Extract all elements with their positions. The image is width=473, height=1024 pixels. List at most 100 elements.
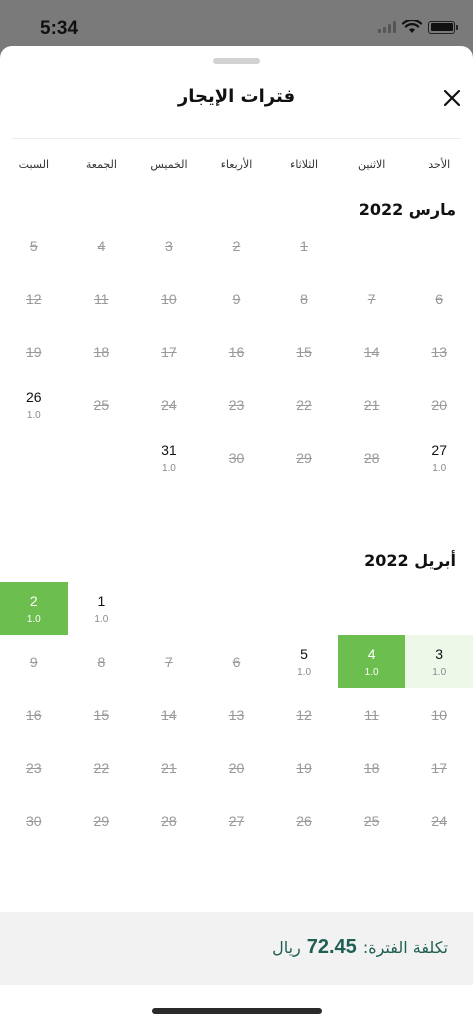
calendar-day: 7 [135,635,203,688]
day-number: 27 [228,812,245,829]
day-number: 12 [296,706,312,723]
day-number: 24 [161,396,177,413]
calendar-day: 28 [338,431,406,484]
calendar-day[interactable]: 2 1.0 [0,582,68,635]
day-price: 1.0 [432,666,447,678]
weekday-label: الجمعة [85,158,117,171]
calendar-day: 1 [270,219,338,272]
calendar-day: 9 [203,272,271,325]
calendar-day: 25 [68,378,136,431]
calendar-day: 22 [270,378,338,431]
close-icon[interactable] [440,86,464,110]
day-number: 13 [431,343,447,360]
day-number: 9 [232,290,241,307]
day-number: 3 [435,645,444,662]
calendar-day: 27 [203,794,271,847]
day-price: 1.0 [297,666,312,678]
day-number: 23 [228,396,245,413]
day-number: 19 [296,759,312,776]
calendar-day: 8 [270,272,338,325]
calendar-day: 19 [0,325,68,378]
day-number: 13 [228,706,245,723]
day-number: 14 [161,706,177,723]
day-number: 18 [93,343,110,360]
footer-cost-bar: تكلفة الفترة: 72.45 ريال [0,912,473,985]
day-number: 28 [363,449,380,466]
calendar-day: 14 [135,688,203,741]
day-number: 29 [296,449,312,466]
status-icons [378,20,458,34]
calendar-day[interactable]: 27 1.0 [405,431,473,484]
day-price: 1.0 [26,613,41,625]
day-number: 20 [431,396,447,413]
status-time: 5:34 [40,18,79,39]
calendar-day: 20 [405,378,473,431]
rental-periods-sheet: فترات الإيجار الأحد الاثنين الثلاثاء الأربع… [0,46,473,1024]
weekday-label: الخميس [150,158,188,171]
calendar-day: 18 [68,325,136,378]
day-number: 19 [25,343,42,360]
calendar-day: 19 [270,741,338,794]
calendar-day: 18 [338,741,406,794]
calendar-day: 13 [203,688,271,741]
day-number: 22 [93,759,110,776]
calendar-day[interactable]: 4 1.0 [337,635,406,688]
day-number: 15 [296,343,312,360]
calendar-day: 6 [405,272,473,325]
day-number: 11 [94,290,109,307]
calendar-day: 16 [0,688,68,741]
day-number: 2 [232,237,241,254]
calendar-day[interactable]: 3 1.0 [405,635,473,688]
day-number: 8 [300,290,308,307]
weekday-label: الثلاثاء [290,158,319,171]
weekday-label: الاثنين [357,158,386,171]
calendar-day: 12 [270,688,338,741]
calendar-day: 2 [203,219,271,272]
calendar-day: 12 [0,272,68,325]
day-number: 10 [161,290,177,307]
calendar-day: 15 [68,688,136,741]
weekday-label: السبت [18,158,50,171]
day-number: 26 [25,388,42,405]
calendar-day: 10 [135,272,203,325]
day-number: 6 [232,653,241,670]
calendar-day: 8 [68,635,136,688]
day-number: 1 [300,237,308,254]
day-number: 4 [97,237,106,254]
calendar-day[interactable]: 1 1.0 [68,582,136,635]
calendar-day: 24 [405,794,473,847]
calendar-day: 28 [135,794,203,847]
day-number: 21 [363,396,380,413]
calendar-day[interactable]: 26 1.0 [0,378,68,431]
day-number: 5 [29,237,38,254]
day-number: 12 [25,290,42,307]
day-number: 9 [29,653,38,670]
cost-label: تكلفة الفترة: [362,938,448,957]
day-number: 21 [161,759,177,776]
calendar-day[interactable]: 5 1.0 [270,635,338,688]
day-number: 29 [93,812,110,829]
day-number: 20 [228,759,245,776]
day-number: 5 [300,645,308,662]
day-number: 1 [97,592,106,609]
calendar-day: 23 [0,741,68,794]
calendar-day: 3 [135,219,203,272]
sheet-grabber[interactable] [213,58,260,64]
day-number: 16 [25,706,42,723]
weekday-label: الأربعاء [220,158,253,171]
calendar-day: 4 [68,219,136,272]
day-price: 1.0 [94,613,109,625]
calendar-day: 11 [68,272,136,325]
day-number: 10 [431,706,447,723]
calendar-day: 14 [338,325,406,378]
calendar-day[interactable]: 31 1.0 [135,431,203,484]
cost-currency: ريال [272,938,301,957]
calendar-day: 7 [338,272,406,325]
calendar-day: 23 [203,378,271,431]
day-number: 8 [97,653,106,670]
header-divider [12,138,461,139]
calendar-day: 29 [270,431,338,484]
day-number: 17 [161,343,177,360]
calendar-day: 10 [405,688,473,741]
calendar-day: 21 [135,741,203,794]
